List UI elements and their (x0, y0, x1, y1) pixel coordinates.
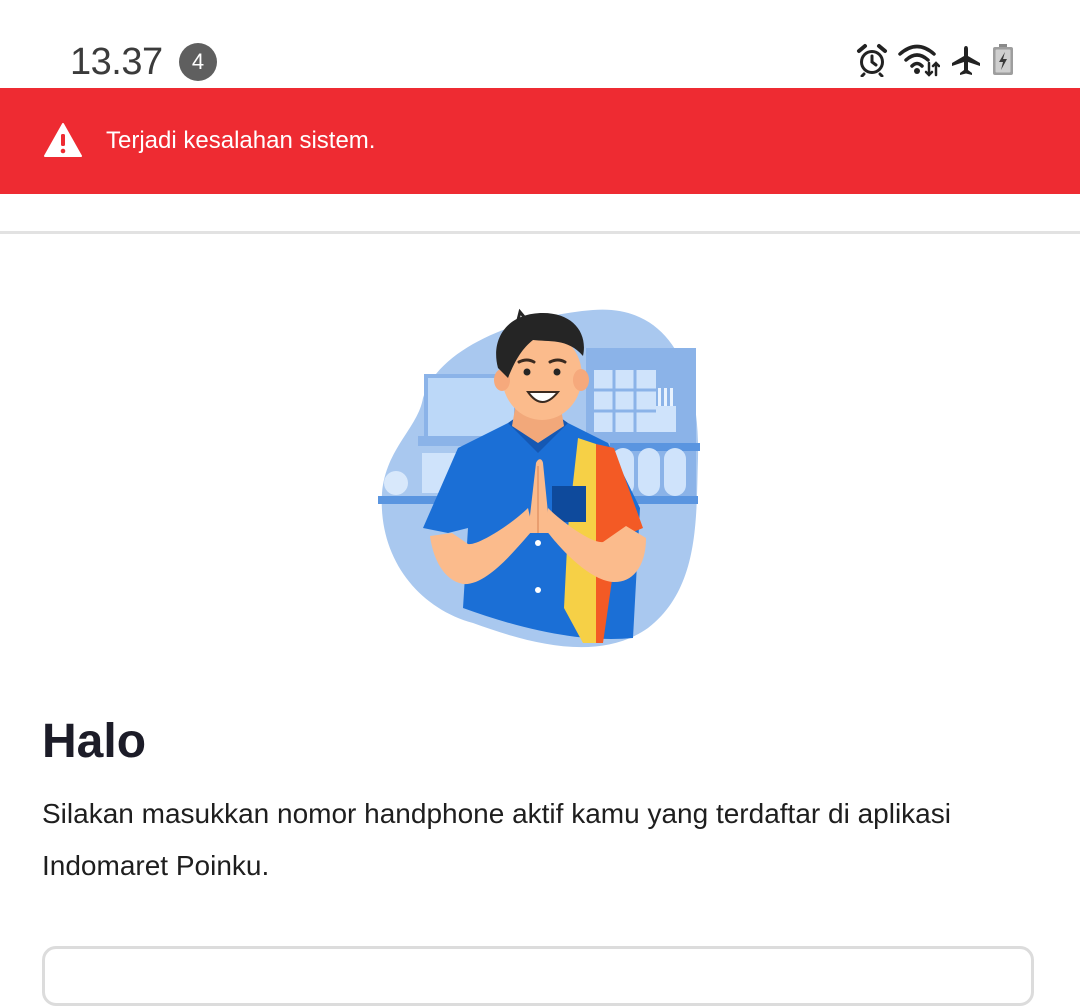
header-divider (0, 231, 1080, 234)
wifi-icon (898, 43, 941, 82)
status-bar: 13.37 4 (0, 0, 1080, 88)
instruction-text: Silakan masukkan nomor handphone aktif k… (42, 798, 951, 881)
error-message: Terjadi kesalahan sistem. (106, 127, 376, 154)
greeting-cashier-illustration (378, 308, 708, 648)
battery-charging-icon (992, 43, 1014, 81)
warning-icon (43, 122, 83, 163)
airplane-mode-icon (950, 44, 982, 81)
phone-number-input[interactable] (42, 946, 1034, 1006)
notification-count-badge: 4 (179, 43, 217, 81)
greeting-title: Halo (42, 715, 147, 768)
alarm-icon (856, 43, 888, 82)
status-time: 13.37 (70, 41, 163, 83)
status-icons (856, 43, 1014, 82)
